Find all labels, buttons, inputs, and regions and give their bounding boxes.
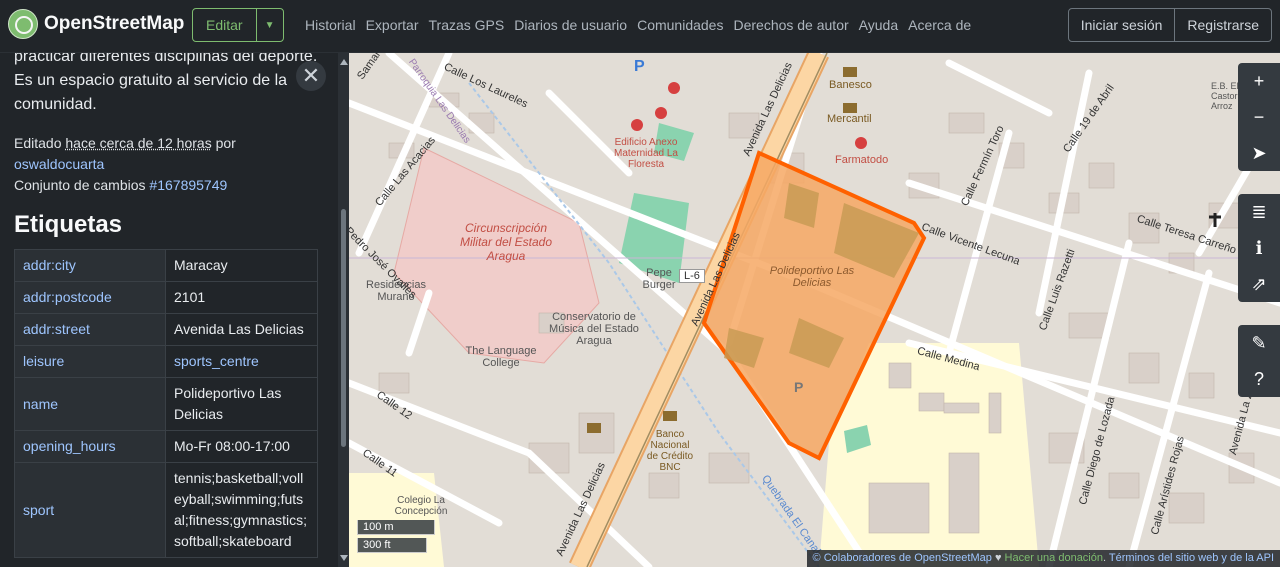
nav-diaries[interactable]: Diarios de usuario: [514, 17, 627, 33]
locate-icon[interactable]: ➤: [1238, 135, 1280, 171]
map-canvas: [349, 53, 1280, 567]
attribution-link[interactable]: © Colaboradores de OpenStreetMap: [813, 552, 992, 564]
label-polideportivo: Polideportivo Las Delicias: [769, 265, 855, 289]
edit-dropdown-toggle[interactable]: ▼: [255, 9, 283, 41]
edit-button-group: Editar ▼: [192, 8, 284, 42]
scale-metric: 100 m: [357, 520, 435, 535]
zoom-in-icon[interactable]: +: [1238, 63, 1280, 99]
nav-export[interactable]: Exportar: [366, 17, 419, 33]
table-row: addr:street Avenida Las Delicias: [14, 313, 318, 346]
nav-about[interactable]: Acerca de: [908, 17, 971, 33]
tag-value: 2101: [165, 281, 318, 314]
table-row: name Polideportivo Las Delicias: [14, 377, 318, 431]
sidebar-scrollbar[interactable]: [338, 53, 349, 567]
login-button[interactable]: Iniciar sesión: [1069, 9, 1175, 41]
parking-marker: P: [794, 379, 804, 395]
tag-value: tennis;basketball;volleyball;swimming;fu…: [165, 462, 318, 558]
label-banesco: Banesco: [829, 79, 872, 91]
donate-link[interactable]: Hacer una donación: [1005, 552, 1103, 564]
label-pepe: Pepe Burger: [642, 267, 676, 291]
map-attribution: © Colaboradores de OpenStreetMap ♥ Hacer…: [806, 550, 1280, 567]
parking-marker: P: [634, 58, 645, 75]
scale-imperial: 300 ft: [357, 538, 427, 553]
terms-link[interactable]: Términos del sitio web y de la API: [1109, 552, 1274, 564]
sidebar: practicar diferentes disciplinas del dep…: [0, 53, 335, 567]
nav-communities[interactable]: Comunidades: [637, 17, 723, 33]
scroll-up-icon[interactable]: [340, 59, 348, 65]
nav-gps-traces[interactable]: Trazas GPS: [429, 17, 505, 33]
changeset-label: Conjunto de cambios: [14, 177, 146, 193]
scroll-down-icon[interactable]: [340, 555, 348, 561]
edit-button[interactable]: Editar: [193, 9, 256, 41]
tags-table: addr:city Maracay addr:postcode 2101 addr:…: [14, 249, 318, 558]
nav-help[interactable]: Ayuda: [859, 17, 898, 33]
label-military: Circunscripción Militar del Estado Aragu…: [459, 221, 553, 263]
main-nav: Historial Exportar Trazas GPS Diarios de…: [305, 17, 971, 33]
tag-key[interactable]: addr:city: [14, 249, 166, 282]
tag-key[interactable]: sport: [14, 462, 166, 558]
feature-description: practicar diferentes disciplinas del dep…: [14, 53, 318, 113]
note-tools: ✎ ?: [1238, 325, 1280, 397]
tag-key[interactable]: opening_hours: [14, 430, 166, 463]
map-tools: ≣ ℹ ⇗: [1238, 194, 1280, 302]
tag-value: Polideportivo Las Delicias: [165, 377, 318, 431]
hospital-marker: [668, 82, 680, 94]
table-row: leisure sports_centre: [14, 345, 318, 378]
label-language-college: The Language College: [465, 345, 537, 369]
nav-copyright[interactable]: Derechos de autor: [733, 17, 848, 33]
brand-name: OpenStreetMap: [44, 13, 185, 34]
heart-icon: ♥: [994, 552, 1002, 564]
tag-key[interactable]: name: [14, 377, 166, 431]
caret-down-icon: ▼: [264, 19, 275, 31]
header: OpenStreetMap Editar ▼ Historial Exporta…: [0, 0, 1280, 53]
label-mercantil: Mercantil: [827, 113, 872, 125]
table-row: addr:city Maracay: [14, 249, 318, 282]
info-icon[interactable]: ℹ: [1238, 230, 1280, 266]
tag-value: Maracay: [165, 249, 318, 282]
label-route-l6: L-6: [679, 269, 705, 283]
edited-by-label: por: [215, 135, 236, 151]
auth-buttons: Iniciar sesión Registrarse: [1067, 8, 1272, 42]
label-banco: Banco Nacional de Crédito BNC: [646, 429, 694, 473]
tag-value: Mo-Fr 08:00-17:00: [165, 430, 318, 463]
signup-button[interactable]: Registrarse: [1174, 9, 1271, 41]
table-row: sport tennis;basketball;volleyball;swimmi…: [14, 462, 318, 558]
osm-logo-icon: [8, 9, 38, 39]
brand-logo[interactable]: OpenStreetMap: [8, 9, 184, 39]
label-ebe: E.B. El Castor Arroz: [1211, 81, 1239, 111]
user-link[interactable]: oswaldocuarta: [14, 156, 104, 172]
tags-heading: Etiquetas: [14, 211, 123, 238]
table-row: addr:postcode 2101: [14, 281, 318, 314]
layers-icon[interactable]: ≣: [1238, 194, 1280, 230]
zoom-controls: + − ➤: [1238, 63, 1280, 171]
tag-key[interactable]: addr:postcode: [14, 281, 166, 314]
close-sidebar-button[interactable]: ✕: [296, 61, 326, 91]
query-icon[interactable]: ?: [1238, 361, 1280, 397]
label-colegio: Colegio La Concepción: [394, 495, 448, 517]
map-view[interactable]: Circunscripción Militar del Estado Aragu…: [349, 53, 1280, 567]
tag-key[interactable]: addr:street: [14, 313, 166, 346]
edited-time[interactable]: hace cerca de 12 horas: [65, 135, 211, 151]
close-icon: ✕: [301, 63, 321, 88]
label-conservatorio: Conservatorio de Música del Estado Aragu…: [549, 311, 639, 347]
tag-value: Avenida Las Delicias: [165, 313, 318, 346]
zoom-out-icon[interactable]: −: [1238, 99, 1280, 135]
bank-marker: [843, 67, 857, 77]
changeset-link[interactable]: #167895749: [149, 177, 227, 193]
label-edificio: Edificio Anexo Maternidad La Floresta: [614, 137, 678, 170]
label-farmatodo: Farmatodo: [835, 154, 889, 166]
scrollbar-thumb[interactable]: [341, 209, 346, 447]
edit-metadata: Editado hace cerca de 12 horas por oswal…: [14, 133, 236, 196]
tag-key[interactable]: leisure: [14, 345, 166, 378]
share-icon[interactable]: ⇗: [1238, 266, 1280, 302]
tag-value-link[interactable]: sports_centre: [165, 345, 318, 378]
note-icon[interactable]: ✎: [1238, 325, 1280, 361]
table-row: opening_hours Mo-Fr 08:00-17:00: [14, 430, 318, 463]
edited-prefix: Editado: [14, 135, 62, 151]
nav-history[interactable]: Historial: [305, 17, 356, 33]
